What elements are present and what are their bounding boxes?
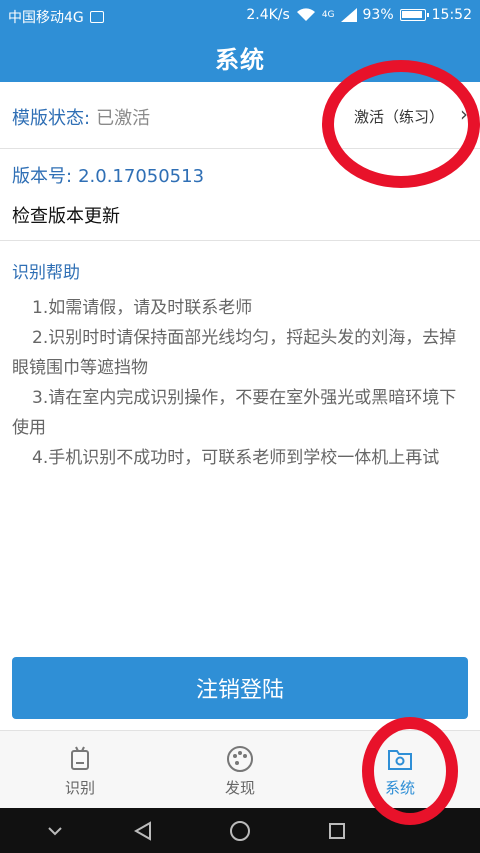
tab-discover-label: 发现 — [224, 779, 255, 797]
version-key: 版本号: — [12, 166, 73, 187]
help-item: 3.请在室内完成识别操作，不要在室外强光或黑暗环境下使用 — [12, 388, 457, 438]
help-section: 识别帮助 1.如需请假，请及时联系老师 2.识别时时请保持面部光线均匀，捋起头发… — [12, 258, 468, 473]
signal-icon — [340, 8, 357, 22]
battery-percent: 93% — [362, 7, 394, 23]
version-row: 版本号: 2.0.17050513 — [0, 160, 480, 190]
home-icon[interactable] — [225, 808, 255, 853]
tab-system[interactable]: 系统 — [320, 731, 480, 809]
wifi-icon — [296, 8, 315, 21]
notification-icon — [89, 11, 104, 23]
help-item: 4.手机识别不成功时，可联系老师到学校一体机上再试 — [32, 448, 440, 468]
carrier-text: 中国移动4G — [8, 10, 84, 26]
help-item: 1.如需请假，请及时联系老师 — [32, 298, 253, 318]
palette-icon — [226, 745, 254, 773]
check-update-label[interactable]: 检查版本更新 — [12, 202, 120, 228]
settings-folder-icon — [386, 745, 414, 773]
battery-icon — [399, 9, 429, 21]
tab-discover[interactable]: 发现 — [160, 731, 320, 809]
app-header: 系统 — [0, 32, 480, 82]
bottom-tab-bar: 识别 发现 系统 — [0, 730, 480, 809]
page-title: 系统 — [215, 45, 265, 74]
check-update-row[interactable]: 检查版本更新 — [0, 200, 480, 241]
template-status-value: 已激活 — [96, 108, 151, 129]
tab-identify[interactable]: 识别 — [0, 731, 160, 809]
template-status-key: 模版状态: — [12, 108, 91, 129]
status-bar: 中国移动4G 2.4K/s 4G 93% 15:52 — [0, 0, 480, 32]
network-type: 4G — [321, 10, 335, 20]
version-label: 版本号: 2.0.17050513 — [12, 162, 204, 188]
help-item: 2.识别时时请保持面部光线均匀，捋起头发的刘海，去掉眼镜围巾等遮挡物 — [12, 328, 457, 378]
version-value: 2.0.17050513 — [78, 166, 205, 187]
clock: 15:52 — [431, 7, 472, 23]
template-status-row[interactable]: 模版状态: 已激活 激活（练习） › — [0, 82, 480, 149]
robot-icon — [66, 745, 94, 773]
network-speed: 2.4K/s — [246, 7, 290, 23]
chevron-right-icon[interactable]: › — [460, 102, 468, 126]
tab-system-label: 系统 — [384, 779, 415, 797]
chevron-down-icon[interactable] — [40, 808, 70, 853]
logout-button[interactable]: 注销登陆 — [12, 657, 468, 719]
recent-apps-icon[interactable] — [322, 808, 352, 853]
logout-label: 注销登陆 — [195, 678, 284, 703]
android-nav-bar — [0, 808, 480, 853]
tab-identify-label: 识别 — [64, 779, 95, 797]
help-title: 识别帮助 — [12, 263, 80, 283]
activate-practice-link[interactable]: 激活（练习） — [354, 106, 444, 127]
template-status-label: 模版状态: 已激活 — [12, 104, 150, 130]
back-icon[interactable] — [128, 808, 158, 853]
